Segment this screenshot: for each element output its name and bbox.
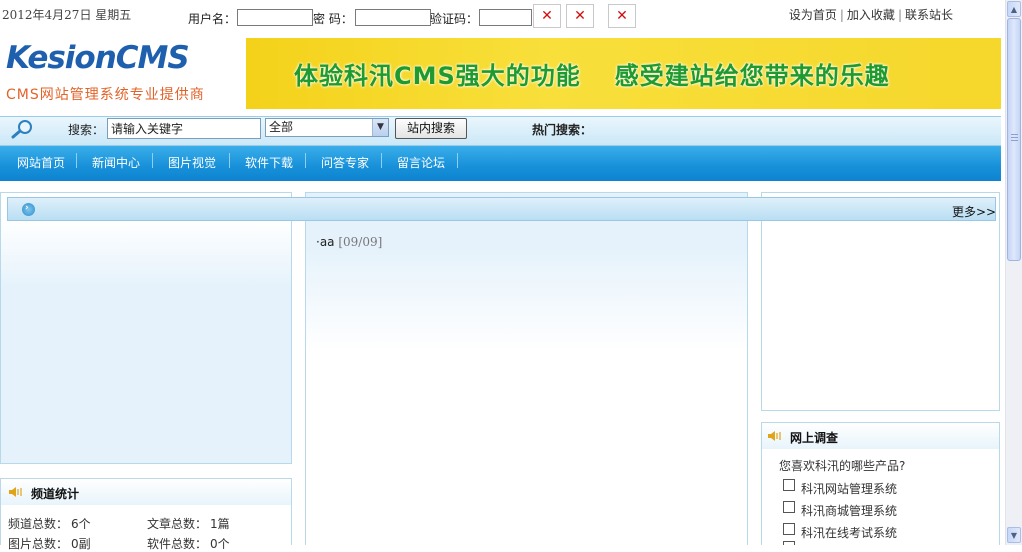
captcha-input[interactable] [479, 9, 532, 26]
vertical-scrollbar[interactable]: ▲ ▼ [1005, 0, 1022, 545]
logo-subtitle: CMS网站管理系统专业提供商 [6, 87, 205, 103]
survey-option-checkbox[interactable] [783, 523, 795, 535]
header-banner: 体验科汛CMS强大的功能 感受建站给您带来的乐趣 [246, 38, 1001, 109]
banner-slogan-left: 体验科汛CMS强大的功能 [294, 62, 581, 90]
captcha-label: 验证码： [430, 12, 479, 26]
stat-photo-count-label: 图片总数： [8, 537, 69, 551]
more-link[interactable]: 更多>> [952, 203, 996, 220]
survey-option-checkbox[interactable] [783, 479, 795, 491]
speaker-icon [768, 431, 781, 441]
news-title[interactable]: ·aa [316, 235, 335, 249]
survey-option-label: 科汛在线考试系统 [801, 526, 898, 540]
close-x-icon: ✕ [574, 8, 586, 24]
stat-software-count-label: 软件总数： [147, 537, 208, 551]
search-scope-select[interactable]: 全部 ▼ [265, 118, 389, 137]
left-column-panel [0, 192, 292, 464]
stat-photo-count: 0副 [71, 537, 91, 551]
stat-software-count: 0个 [210, 537, 230, 551]
survey-option-label: 科汛商城管理系统 [801, 504, 898, 518]
circle-arrow-icon: › [22, 203, 35, 216]
close-x-icon: ✕ [541, 8, 553, 24]
nav-item-photos[interactable]: 图片视觉 [168, 154, 216, 171]
search-label: 搜索： [68, 123, 105, 137]
nav-item-downloads[interactable]: 软件下载 [245, 154, 293, 171]
username-label: 用户名： [188, 12, 237, 26]
scroll-up-arrow-icon[interactable]: ▲ [1007, 1, 1021, 17]
survey-option-checkbox[interactable] [783, 541, 795, 545]
main-nav [0, 146, 1001, 181]
close-x-icon: ✕ [616, 8, 628, 24]
contact-admin-link[interactable]: 联系站长 [905, 8, 953, 22]
hot-search-label: 热门搜索： [532, 123, 593, 137]
add-favorite-link[interactable]: 加入收藏 [847, 8, 895, 22]
nav-item-news[interactable]: 新闻中心 [92, 154, 140, 171]
register-button-broken[interactable]: ✕ [608, 4, 636, 28]
stat-article-count-label: 文章总数： [147, 517, 208, 531]
password-label: 密 码： [313, 12, 353, 26]
survey-question: 您喜欢科汛的哪些产品? [779, 459, 906, 473]
logo-text: KesionCMS [6, 40, 190, 76]
survey-option-label: 科汛网站管理系统 [801, 482, 898, 496]
stat-channel-count-label: 频道总数： [8, 517, 69, 531]
news-list-item[interactable]: ·aa [09/09] [316, 235, 382, 249]
site-search-button[interactable]: 站内搜索 [395, 118, 467, 139]
news-date: [09/09] [338, 235, 383, 249]
search-input[interactable]: 请输入关键字 [107, 118, 261, 139]
nav-item-forum[interactable]: 留言论坛 [397, 154, 445, 171]
nav-item-qa[interactable]: 问答专家 [321, 154, 369, 171]
set-homepage-link[interactable]: 设为首页 [789, 8, 837, 22]
speaker-icon [9, 487, 22, 497]
search-scope-value: 全部 [269, 120, 294, 134]
chevron-down-icon[interactable]: ▼ [372, 119, 388, 136]
current-date: 2012年4月27日 星期五 [2, 8, 132, 22]
section-header-bar [7, 197, 996, 221]
login-button-broken[interactable]: ✕ [566, 4, 594, 28]
right-column-panel [761, 192, 1000, 411]
top-links: 设为首页 | 加入收藏 | 联系站长 [788, 8, 953, 22]
magnifier-icon [10, 118, 36, 140]
password-input[interactable] [355, 9, 431, 26]
nav-item-home[interactable]: 网站首页 [17, 154, 65, 171]
scroll-thumb[interactable] [1007, 18, 1021, 261]
channel-stats-title: 频道统计 [31, 487, 80, 501]
stat-article-count: 1篇 [210, 517, 230, 531]
site-logo[interactable]: KesionCMS CMS网站管理系统专业提供商 [6, 40, 228, 108]
survey-option-checkbox[interactable] [783, 501, 795, 513]
banner-slogan-right: 感受建站给您带来的乐趣 [614, 62, 890, 90]
username-input[interactable] [237, 9, 313, 26]
stat-channel-count: 6个 [71, 517, 91, 531]
scroll-down-arrow-icon[interactable]: ▼ [1007, 527, 1021, 543]
captcha-image-broken[interactable]: ✕ [533, 4, 561, 28]
survey-title: 网上调查 [790, 431, 839, 445]
